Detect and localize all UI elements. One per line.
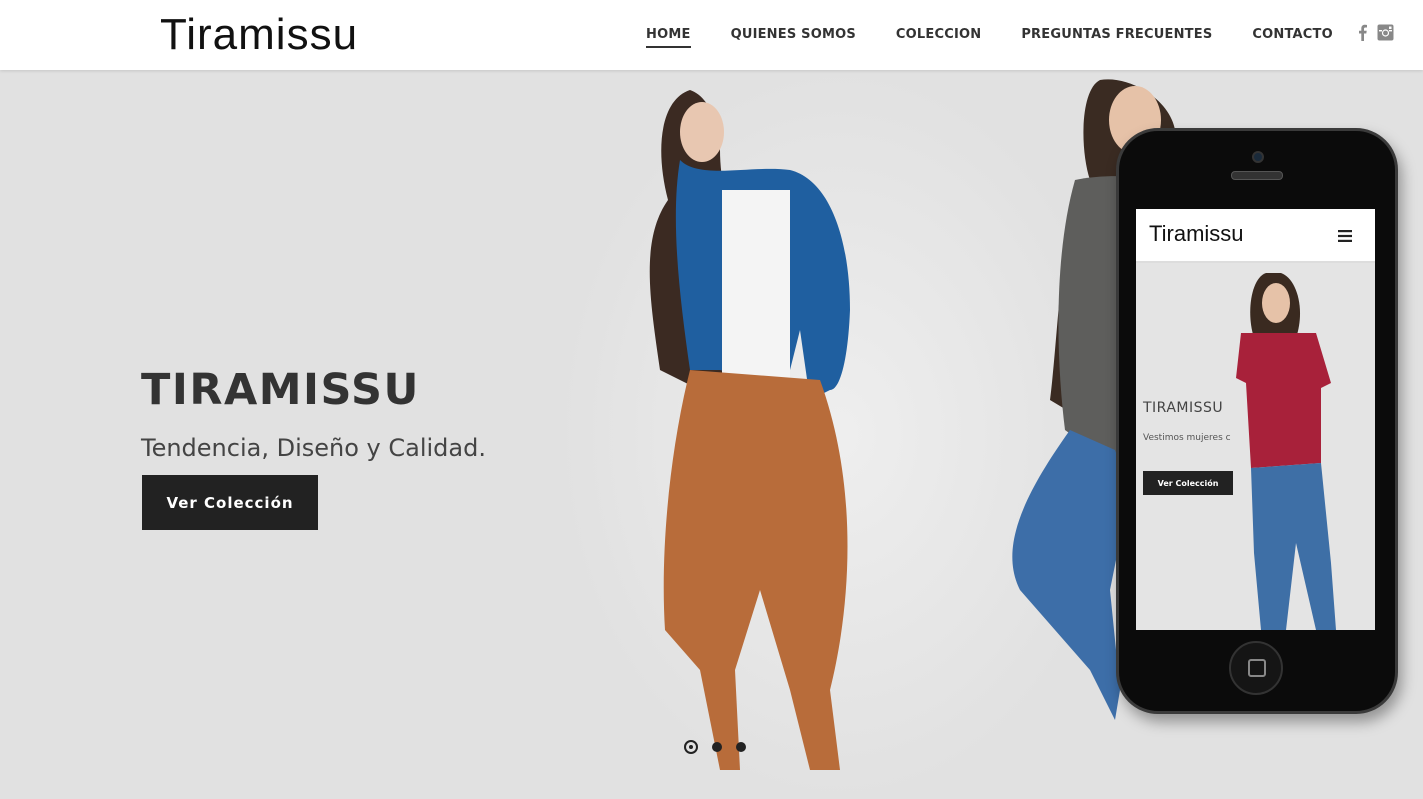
- hero-title: TIRAMISSU: [141, 364, 420, 415]
- mobile-hero: TIRAMISSU Vestimos mujeres c Ver Colecci…: [1136, 263, 1375, 630]
- nav-item-preguntas-frecuentes[interactable]: PREGUNTAS FRECUENTES: [1021, 27, 1212, 48]
- mobile-hero-subtitle: Vestimos mujeres c: [1143, 433, 1231, 443]
- phone-speaker: [1231, 171, 1283, 180]
- mobile-logo: Tiramissu: [1149, 221, 1244, 246]
- mobile-ver-coleccion-button: Ver Colección: [1143, 471, 1233, 495]
- instagram-icon[interactable]: [1377, 24, 1394, 41]
- slider-dot-2[interactable]: [712, 742, 722, 752]
- slider-dot-3[interactable]: [736, 742, 746, 752]
- phone-camera: [1252, 151, 1264, 163]
- hamburger-icon: [1338, 227, 1352, 246]
- nav-item-quienes-somos[interactable]: QUIENES SOMOS: [731, 27, 856, 48]
- phone-home-button: [1229, 641, 1283, 695]
- slider-dot-1[interactable]: [684, 740, 698, 754]
- hero-subtitle: Tendencia, Diseño y Calidad.: [141, 434, 486, 462]
- facebook-icon[interactable]: [1358, 24, 1367, 41]
- site-header: Tiramissu HOME QUIENES SOMOS COLECCION P…: [0, 0, 1423, 70]
- nav-item-contacto[interactable]: CONTACTO: [1252, 27, 1332, 48]
- mobile-header: Tiramissu: [1136, 209, 1375, 263]
- mobile-hero-title: TIRAMISSU: [1143, 400, 1224, 416]
- ver-coleccion-button[interactable]: Ver Colección: [142, 475, 318, 530]
- nav-item-coleccion[interactable]: COLECCION: [896, 27, 981, 48]
- site-logo[interactable]: Tiramissu: [160, 10, 358, 60]
- nav-item-home[interactable]: HOME: [646, 27, 691, 48]
- mobile-model-image: [1236, 273, 1336, 630]
- slider-pagination: [684, 740, 746, 754]
- phone-screen: Tiramissu TIRAMISSU Vestimos mujeres c V…: [1136, 209, 1375, 630]
- social-links: [1358, 24, 1394, 41]
- main-nav: HOME QUIENES SOMOS COLECCION PREGUNTAS F…: [646, 27, 1333, 48]
- phone-mockup: Tiramissu TIRAMISSU Vestimos mujeres c V…: [1116, 128, 1398, 714]
